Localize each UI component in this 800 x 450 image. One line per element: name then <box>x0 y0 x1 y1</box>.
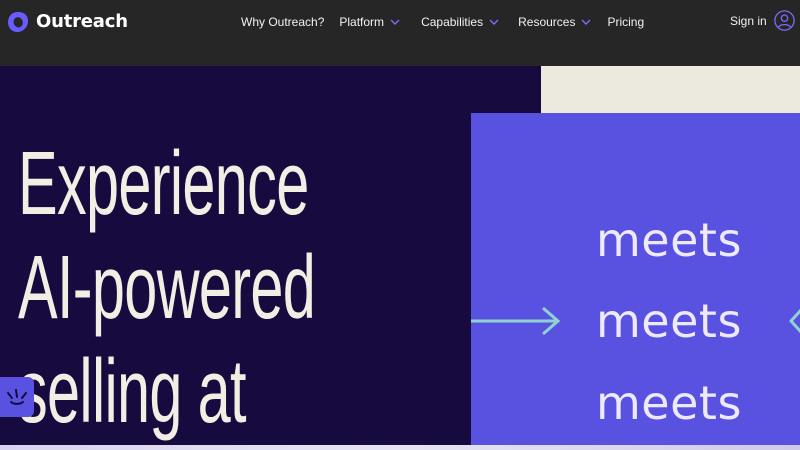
hero-headline-line-1: Experience <box>18 134 309 234</box>
user-circle-icon <box>773 10 795 31</box>
chevron-down-icon <box>581 19 591 25</box>
main-menu: Why Outreach? Platform Capabilities Reso… <box>241 13 644 31</box>
sign-in-link[interactable]: Sign in <box>730 10 795 31</box>
brand-name: Outreach <box>36 11 128 32</box>
rotating-word-1: meets <box>596 213 742 267</box>
nav-why-outreach[interactable]: Why Outreach? <box>241 15 324 29</box>
nav-platform[interactable]: Platform <box>339 15 400 29</box>
arrow-right-icon <box>471 306 561 336</box>
nav-platform-label: Platform <box>339 15 385 29</box>
hero-headline-line-2: AI-powered <box>18 238 316 338</box>
rotating-word-3: meets <box>596 376 742 430</box>
nav-capabilities-label: Capabilities <box>421 15 484 29</box>
nav-pricing[interactable]: Pricing <box>607 15 644 29</box>
arrow-left-icon <box>789 308 800 334</box>
rotating-word-panel: meets meets meets <box>471 113 800 450</box>
nav-why-outreach-label: Why Outreach? <box>241 15 325 29</box>
sign-in-label: Sign in <box>730 13 767 28</box>
nav-resources-label: Resources <box>518 15 576 29</box>
chat-sparkle-icon <box>7 389 27 405</box>
nav-resources[interactable]: Resources <box>518 15 591 29</box>
nav-capabilities[interactable]: Capabilities <box>421 15 499 29</box>
rotating-word-2: meets <box>596 294 742 348</box>
top-navigation: Outreach Why Outreach? Platform Capabili… <box>0 0 800 66</box>
chat-launcher-button[interactable] <box>0 377 34 417</box>
chevron-down-icon <box>489 19 499 25</box>
brand-logo[interactable]: Outreach <box>6 10 128 34</box>
next-section-edge <box>0 445 800 450</box>
nav-pricing-label: Pricing <box>607 15 645 29</box>
hero-headline: Experience AI-powered selling at <box>18 132 316 444</box>
hero-headline-line-3: selling at <box>18 342 247 442</box>
outreach-logo-icon <box>8 12 28 32</box>
chevron-down-icon <box>390 19 400 25</box>
